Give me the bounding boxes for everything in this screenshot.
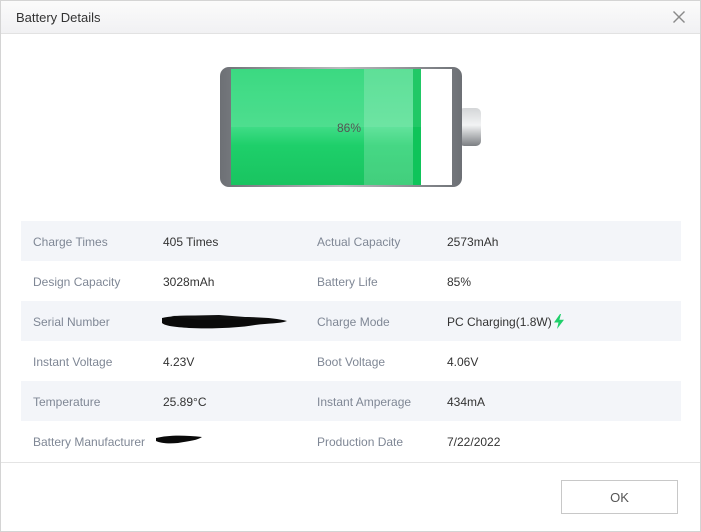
manufacturer-redaction: [156, 435, 202, 444]
value-actual-capacity: 2573mAh: [447, 235, 499, 249]
table-row: Design Capacity 3028mAh Battery Life 85%: [21, 261, 681, 301]
label-battery-life: Battery Life: [317, 275, 378, 289]
value-charge-times: 405 Times: [163, 235, 219, 249]
battery-info-table: Charge Times 405 Times Actual Capacity 2…: [21, 221, 681, 461]
value-charge-mode: PC Charging(1.8W): [447, 315, 552, 329]
value-instant-voltage: 4.23V: [163, 355, 195, 369]
serial-number-redaction: [162, 315, 287, 329]
table-row: Charge Times 405 Times Actual Capacity 2…: [21, 221, 681, 261]
battery-percent-label: 86%: [337, 121, 361, 135]
label-charge-times: Charge Times: [33, 235, 108, 249]
table-row: Serial Number Charge Mode PC Charging(1.…: [21, 301, 681, 341]
table-row: Temperature 25.89°C Instant Amperage 434…: [21, 381, 681, 421]
close-icon: [673, 11, 685, 23]
label-serial-number: Serial Number: [33, 315, 110, 329]
label-boot-voltage: Boot Voltage: [317, 355, 386, 369]
label-charge-mode: Charge Mode: [317, 315, 390, 329]
table-row: Instant Voltage 4.23V Boot Voltage 4.06V: [21, 341, 681, 381]
dialog-title: Battery Details: [16, 10, 101, 25]
table-row: Battery Manufacturer Production Date 7/2…: [21, 421, 681, 461]
title-bar: Battery Details: [1, 1, 700, 34]
battery-terminal: [459, 108, 481, 146]
label-temperature: Temperature: [33, 395, 101, 409]
value-boot-voltage: 4.06V: [447, 355, 479, 369]
label-production-date: Production Date: [317, 435, 404, 449]
label-battery-manufacturer: Battery Manufacturer: [33, 435, 146, 449]
value-design-capacity: 3028mAh: [163, 275, 215, 289]
battery-details-dialog: Battery Details 86% Charge Times 405 Tim…: [0, 0, 701, 532]
value-temperature: 25.89°C: [163, 395, 207, 409]
value-instant-amperage: 434mA: [447, 395, 486, 409]
battery-graphic: 86%: [219, 66, 484, 188]
value-battery-life: 85%: [447, 275, 472, 289]
label-instant-voltage: Instant Voltage: [33, 355, 113, 369]
lightning-bolt-icon: [554, 314, 564, 329]
value-production-date: 7/22/2022: [447, 435, 501, 449]
footer-divider: [1, 462, 700, 463]
close-button[interactable]: [668, 6, 690, 28]
label-design-capacity: Design Capacity: [33, 275, 121, 289]
ok-button[interactable]: OK: [561, 480, 678, 514]
label-instant-amperage: Instant Amperage: [317, 395, 412, 409]
label-actual-capacity: Actual Capacity: [317, 235, 401, 249]
